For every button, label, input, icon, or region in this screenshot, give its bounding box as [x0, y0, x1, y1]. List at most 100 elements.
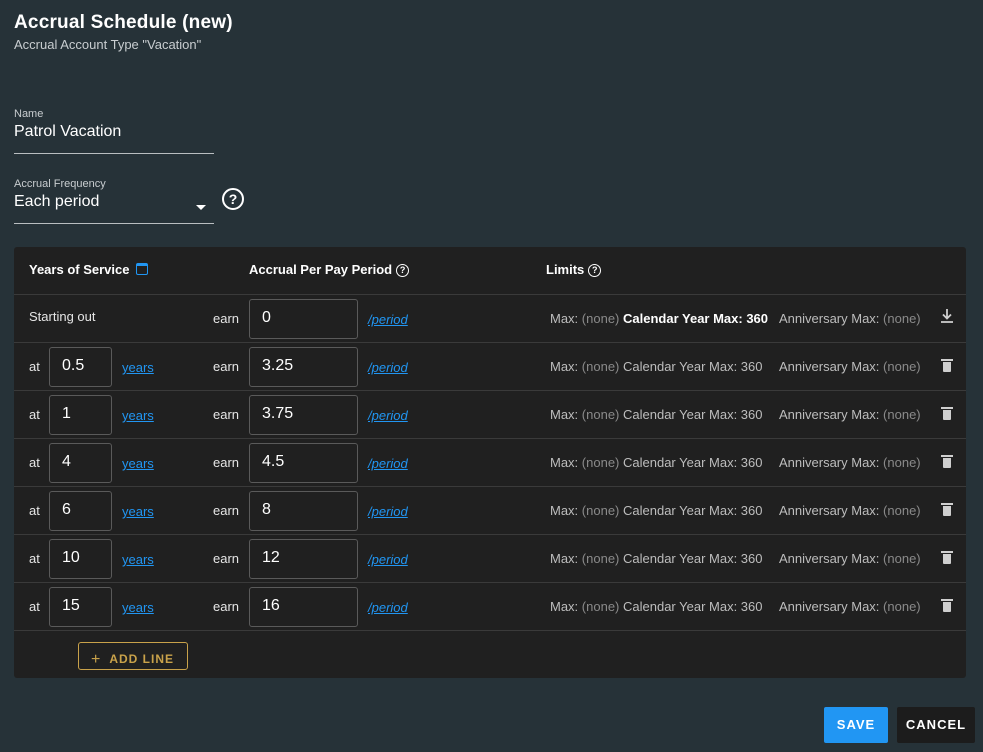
name-input[interactable]: Patrol Vacation — [14, 120, 214, 148]
max-value: (none) — [581, 503, 620, 518]
max-label: Max: — [550, 311, 579, 326]
anniversary-value: (none) — [883, 551, 921, 566]
page-subtitle: Accrual Account Type "Vacation" — [14, 37, 202, 52]
max-limit[interactable]: Max: (none) — [550, 503, 619, 518]
max-limit[interactable]: Max: (none) — [550, 311, 619, 326]
years-link[interactable]: years — [122, 600, 154, 615]
max-limit[interactable]: Max: (none) — [550, 359, 619, 374]
schedule-table: Years of Service Accrual Per Pay Period?… — [14, 247, 966, 678]
max-label: Max: — [550, 455, 579, 470]
anniversary-label: Anniversary Max: — [779, 407, 880, 422]
earn-label: earn — [213, 455, 240, 470]
anniversary-max[interactable]: Anniversary Max: (none) — [779, 359, 921, 374]
name-label: Name — [14, 108, 44, 120]
max-value: (none) — [581, 407, 620, 422]
help-icon[interactable]: ? — [396, 264, 410, 277]
calendar-year-max[interactable]: Calendar Year Max: 360 — [623, 551, 762, 566]
calendar-icon[interactable] — [136, 263, 149, 275]
add-line-label: ADD LINE — [109, 652, 175, 666]
anniversary-max[interactable]: Anniversary Max: (none) — [779, 311, 921, 326]
years-input[interactable]: 6 — [49, 491, 112, 531]
trash-icon[interactable] — [941, 359, 953, 373]
years-input[interactable]: 15 — [49, 587, 112, 627]
at-label: at — [29, 359, 40, 374]
calendar-year-max[interactable]: Calendar Year Max: 360 — [623, 407, 762, 422]
max-label: Max: — [550, 599, 579, 614]
anniversary-max[interactable]: Anniversary Max: (none) — [779, 455, 921, 470]
anniversary-label: Anniversary Max: — [779, 599, 880, 614]
anniversary-value: (none) — [883, 359, 921, 374]
max-value: (none) — [581, 599, 620, 614]
max-limit[interactable]: Max: (none) — [550, 455, 619, 470]
at-label: at — [29, 551, 40, 566]
trash-icon[interactable] — [941, 455, 953, 469]
max-limit[interactable]: Max: (none) — [550, 551, 619, 566]
table-row: at 10 years earn 12/period Max: (none) Calenda… — [14, 535, 966, 583]
earn-label: earn — [213, 311, 240, 326]
max-limit[interactable]: Max: (none) — [550, 599, 619, 614]
accrual-frequency-select[interactable]: Accrual Frequency Each period — [14, 178, 214, 224]
download-icon[interactable] — [939, 307, 955, 325]
help-icon[interactable]: ? — [222, 188, 244, 210]
save-button[interactable]: SAVE — [824, 707, 888, 743]
earn-input[interactable]: 0 — [249, 299, 358, 339]
anniversary-max[interactable]: Anniversary Max: (none) — [779, 551, 921, 566]
calendar-year-max[interactable]: Calendar Year Max: 360 — [623, 311, 768, 326]
trash-icon[interactable] — [941, 407, 953, 421]
name-field[interactable]: Name Patrol Vacation — [14, 108, 214, 154]
earn-input[interactable]: 4.5 — [249, 443, 358, 483]
anniversary-max[interactable]: Anniversary Max: (none) — [779, 599, 921, 614]
anniversary-max[interactable]: Anniversary Max: (none) — [779, 503, 921, 518]
earn-input[interactable]: 16 — [249, 587, 358, 627]
add-line-button[interactable]: + ADD LINE — [78, 642, 188, 670]
period-link[interactable]: /period — [368, 600, 408, 615]
calendar-year-max[interactable]: Calendar Year Max: 360 — [623, 455, 762, 470]
table-row: at 1 years earn 3.75/period Max: (none) Calend… — [14, 391, 966, 439]
earn-label: earn — [213, 503, 240, 518]
period-link[interactable]: /period — [368, 360, 408, 375]
starting-out-label: Starting out — [29, 309, 96, 324]
max-label: Max: — [550, 407, 579, 422]
table-row: at 0.5 years earn 3.25/period Max: (none) Cale… — [14, 343, 966, 391]
max-label: Max: — [550, 503, 579, 518]
trash-icon[interactable] — [941, 551, 953, 565]
years-input[interactable]: 10 — [49, 539, 112, 579]
cancel-button[interactable]: CANCEL — [897, 707, 975, 743]
calendar-year-max[interactable]: Calendar Year Max: 360 — [623, 359, 762, 374]
anniversary-label: Anniversary Max: — [779, 359, 880, 374]
help-icon[interactable]: ? — [588, 264, 602, 277]
years-link[interactable]: years — [122, 504, 154, 519]
years-link[interactable]: years — [122, 408, 154, 423]
years-header-label: Years of Service — [29, 262, 130, 277]
accrual-frequency-value[interactable]: Each period — [14, 190, 214, 218]
years-of-service-header: Years of Service — [29, 262, 149, 277]
years-input[interactable]: 4 — [49, 443, 112, 483]
years-link[interactable]: years — [122, 552, 154, 567]
calendar-year-max[interactable]: Calendar Year Max: 360 — [623, 599, 762, 614]
calendar-year-max[interactable]: Calendar Year Max: 360 — [623, 503, 762, 518]
years-input[interactable]: 1 — [49, 395, 112, 435]
years-link[interactable]: years — [122, 360, 154, 375]
anniversary-label: Anniversary Max: — [779, 503, 880, 518]
at-label: at — [29, 503, 40, 518]
trash-icon[interactable] — [941, 599, 953, 613]
max-limit[interactable]: Max: (none) — [550, 407, 619, 422]
earn-input[interactable]: 12 — [249, 539, 358, 579]
period-link[interactable]: /period — [368, 312, 408, 327]
years-link[interactable]: years — [122, 456, 154, 471]
earn-input[interactable]: 3.25 — [249, 347, 358, 387]
trash-icon[interactable] — [941, 503, 953, 517]
accrual-frequency-label: Accrual Frequency — [14, 178, 106, 190]
dropdown-caret-icon[interactable] — [196, 205, 206, 210]
period-link[interactable]: /period — [368, 408, 408, 423]
period-link[interactable]: /period — [368, 456, 408, 471]
earn-label: earn — [213, 407, 240, 422]
max-label: Max: — [550, 359, 579, 374]
anniversary-max[interactable]: Anniversary Max: (none) — [779, 407, 921, 422]
earn-input[interactable]: 3.75 — [249, 395, 358, 435]
earn-input[interactable]: 8 — [249, 491, 358, 531]
period-link[interactable]: /period — [368, 552, 408, 567]
period-link[interactable]: /period — [368, 504, 408, 519]
at-label: at — [29, 599, 40, 614]
years-input[interactable]: 0.5 — [49, 347, 112, 387]
